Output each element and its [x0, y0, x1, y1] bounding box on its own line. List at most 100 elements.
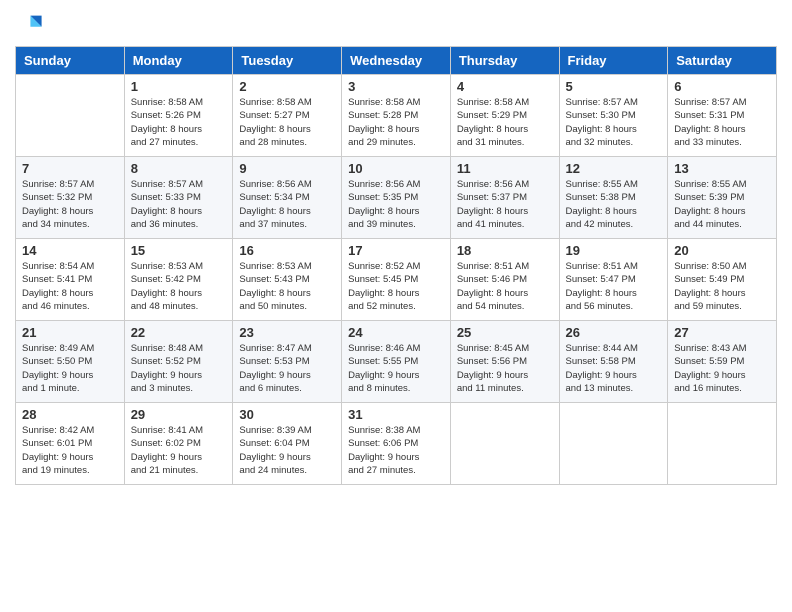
date-number: 15 — [131, 243, 227, 258]
calendar-cell — [16, 75, 125, 157]
calendar-cell — [450, 403, 559, 485]
date-number: 16 — [239, 243, 335, 258]
calendar-cell: 5 Sunrise: 8:57 AMSunset: 5:30 PMDaylight… — [559, 75, 668, 157]
calendar-cell: 17Sunrise: 8:52 AMSunset: 5:45 PMDayligh… — [342, 239, 451, 321]
calendar-cell: 29 Sunrise: 8:41 AMSunset: 6:02 PMDayligh… — [124, 403, 233, 485]
calendar-cell: 6 Sunrise: 8:57 AMSunset: 5:31 PMDaylight… — [668, 75, 777, 157]
cell-daylight-info: Sunrise: 8:58 AMSunset: 5:29 PMDaylight:… — [457, 96, 553, 149]
date-number: 18 — [457, 243, 553, 258]
calendar-cell: 15 Sunrise: 8:53 AMSunset: 5:42 PMDayligh… — [124, 239, 233, 321]
date-number: 20 — [674, 243, 770, 258]
cell-daylight-info: Sunrise: 8:56 AMSunset: 5:35 PMDaylight:… — [348, 178, 444, 231]
date-number: 14 — [22, 243, 118, 258]
cell-daylight-info: Sunrise: 8:44 AMSunset: 5:58 PMDaylight:… — [566, 342, 662, 395]
cell-daylight-info: Sunrise: 8:46 AMSunset: 5:55 PMDaylight:… — [348, 342, 444, 395]
calendar-cell: 24 Sunrise: 8:46 AMSunset: 5:55 PMDayligh… — [342, 321, 451, 403]
cell-daylight-info: Sunrise: 8:56 AMSunset: 5:37 PMDaylight:… — [457, 178, 553, 231]
day-header-thursday: Thursday — [450, 47, 559, 75]
calendar-cell: 22Sunrise: 8:48 AMSunset: 5:52 PMDayligh… — [124, 321, 233, 403]
date-number: 21 — [22, 325, 118, 340]
calendar-week-1: 1Sunrise: 8:58 AMSunset: 5:26 PMDaylight… — [16, 75, 777, 157]
cell-daylight-info: Sunrise: 8:49 AMSunset: 5:50 PMDaylight:… — [22, 342, 118, 395]
calendar-cell: 8 Sunrise: 8:57 AMSunset: 5:33 PMDaylight… — [124, 157, 233, 239]
date-number: 19 — [566, 243, 662, 258]
logo-icon — [15, 10, 43, 38]
day-header-sunday: Sunday — [16, 47, 125, 75]
day-header-tuesday: Tuesday — [233, 47, 342, 75]
cell-daylight-info: Sunrise: 8:45 AMSunset: 5:56 PMDaylight:… — [457, 342, 553, 395]
calendar-cell: 18Sunrise: 8:51 AMSunset: 5:46 PMDayligh… — [450, 239, 559, 321]
day-header-friday: Friday — [559, 47, 668, 75]
cell-daylight-info: Sunrise: 8:55 AMSunset: 5:39 PMDaylight:… — [674, 178, 770, 231]
date-number: 23 — [239, 325, 335, 340]
calendar-cell: 4 Sunrise: 8:58 AMSunset: 5:29 PMDaylight… — [450, 75, 559, 157]
calendar-cell — [559, 403, 668, 485]
cell-daylight-info: Sunrise: 8:57 AMSunset: 5:31 PMDaylight:… — [674, 96, 770, 149]
calendar-cell: 2 Sunrise: 8:58 AMSunset: 5:27 PMDaylight… — [233, 75, 342, 157]
date-number: 17 — [348, 243, 444, 258]
date-number: 29 — [131, 407, 227, 422]
cell-daylight-info: Sunrise: 8:58 AMSunset: 5:28 PMDaylight:… — [348, 96, 444, 149]
date-number: 22 — [131, 325, 227, 340]
day-header-saturday: Saturday — [668, 47, 777, 75]
day-header-monday: Monday — [124, 47, 233, 75]
calendar-cell: 7 Sunrise: 8:57 AMSunset: 5:32 PMDaylight… — [16, 157, 125, 239]
date-number: 31 — [348, 407, 444, 422]
cell-daylight-info: Sunrise: 8:57 AMSunset: 5:33 PMDaylight:… — [131, 178, 227, 231]
calendar-week-5: 28 Sunrise: 8:42 AMSunset: 6:01 PMDayligh… — [16, 403, 777, 485]
date-number: 8 — [131, 161, 227, 176]
calendar-cell: 13Sunrise: 8:55 AMSunset: 5:39 PMDayligh… — [668, 157, 777, 239]
calendar-cell: 26 Sunrise: 8:44 AMSunset: 5:58 PMDayligh… — [559, 321, 668, 403]
date-number: 26 — [566, 325, 662, 340]
calendar-cell: 23 Sunrise: 8:47 AMSunset: 5:53 PMDayligh… — [233, 321, 342, 403]
cell-daylight-info: Sunrise: 8:56 AMSunset: 5:34 PMDaylight:… — [239, 178, 335, 231]
calendar-week-4: 21 Sunrise: 8:49 AMSunset: 5:50 PMDayligh… — [16, 321, 777, 403]
date-number: 25 — [457, 325, 553, 340]
calendar-cell: 30Sunrise: 8:39 AMSunset: 6:04 PMDayligh… — [233, 403, 342, 485]
calendar-cell: 25 Sunrise: 8:45 AMSunset: 5:56 PMDayligh… — [450, 321, 559, 403]
date-number: 12 — [566, 161, 662, 176]
date-number: 27 — [674, 325, 770, 340]
cell-daylight-info: Sunrise: 8:51 AMSunset: 5:47 PMDaylight:… — [566, 260, 662, 313]
page-header — [15, 10, 777, 38]
date-number: 5 — [566, 79, 662, 94]
cell-daylight-info: Sunrise: 8:58 AMSunset: 5:27 PMDaylight:… — [239, 96, 335, 149]
cell-daylight-info: Sunrise: 8:42 AMSunset: 6:01 PMDaylight:… — [22, 424, 118, 477]
date-number: 3 — [348, 79, 444, 94]
calendar-week-2: 7 Sunrise: 8:57 AMSunset: 5:32 PMDaylight… — [16, 157, 777, 239]
calendar-cell: 12Sunrise: 8:55 AMSunset: 5:38 PMDayligh… — [559, 157, 668, 239]
day-header-wednesday: Wednesday — [342, 47, 451, 75]
calendar-header-row: SundayMondayTuesdayWednesdayThursdayFrid… — [16, 47, 777, 75]
cell-daylight-info: Sunrise: 8:39 AMSunset: 6:04 PMDaylight:… — [239, 424, 335, 477]
date-number: 11 — [457, 161, 553, 176]
calendar-cell: 19 Sunrise: 8:51 AMSunset: 5:47 PMDayligh… — [559, 239, 668, 321]
cell-daylight-info: Sunrise: 8:38 AMSunset: 6:06 PMDaylight:… — [348, 424, 444, 477]
calendar-cell: 10 Sunrise: 8:56 AMSunset: 5:35 PMDayligh… — [342, 157, 451, 239]
date-number: 7 — [22, 161, 118, 176]
calendar-cell: 16 Sunrise: 8:53 AMSunset: 5:43 PMDayligh… — [233, 239, 342, 321]
date-number: 10 — [348, 161, 444, 176]
cell-daylight-info: Sunrise: 8:47 AMSunset: 5:53 PMDaylight:… — [239, 342, 335, 395]
cell-daylight-info: Sunrise: 8:53 AMSunset: 5:42 PMDaylight:… — [131, 260, 227, 313]
cell-daylight-info: Sunrise: 8:57 AMSunset: 5:30 PMDaylight:… — [566, 96, 662, 149]
date-number: 1 — [131, 79, 227, 94]
calendar-cell — [668, 403, 777, 485]
page-container: SundayMondayTuesdayWednesdayThursdayFrid… — [0, 0, 792, 495]
date-number: 28 — [22, 407, 118, 422]
date-number: 4 — [457, 79, 553, 94]
date-number: 9 — [239, 161, 335, 176]
calendar-week-3: 14Sunrise: 8:54 AMSunset: 5:41 PMDayligh… — [16, 239, 777, 321]
calendar-cell: 20Sunrise: 8:50 AMSunset: 5:49 PMDayligh… — [668, 239, 777, 321]
cell-daylight-info: Sunrise: 8:53 AMSunset: 5:43 PMDaylight:… — [239, 260, 335, 313]
date-number: 2 — [239, 79, 335, 94]
date-number: 6 — [674, 79, 770, 94]
date-number: 24 — [348, 325, 444, 340]
calendar-cell: 11 Sunrise: 8:56 AMSunset: 5:37 PMDayligh… — [450, 157, 559, 239]
calendar-cell: 21 Sunrise: 8:49 AMSunset: 5:50 PMDayligh… — [16, 321, 125, 403]
cell-daylight-info: Sunrise: 8:43 AMSunset: 5:59 PMDaylight:… — [674, 342, 770, 395]
cell-daylight-info: Sunrise: 8:57 AMSunset: 5:32 PMDaylight:… — [22, 178, 118, 231]
calendar-cell: 3 Sunrise: 8:58 AMSunset: 5:28 PMDaylight… — [342, 75, 451, 157]
calendar-cell: 9 Sunrise: 8:56 AMSunset: 5:34 PMDaylight… — [233, 157, 342, 239]
calendar-cell: 31 Sunrise: 8:38 AMSunset: 6:06 PMDayligh… — [342, 403, 451, 485]
cell-daylight-info: Sunrise: 8:41 AMSunset: 6:02 PMDaylight:… — [131, 424, 227, 477]
